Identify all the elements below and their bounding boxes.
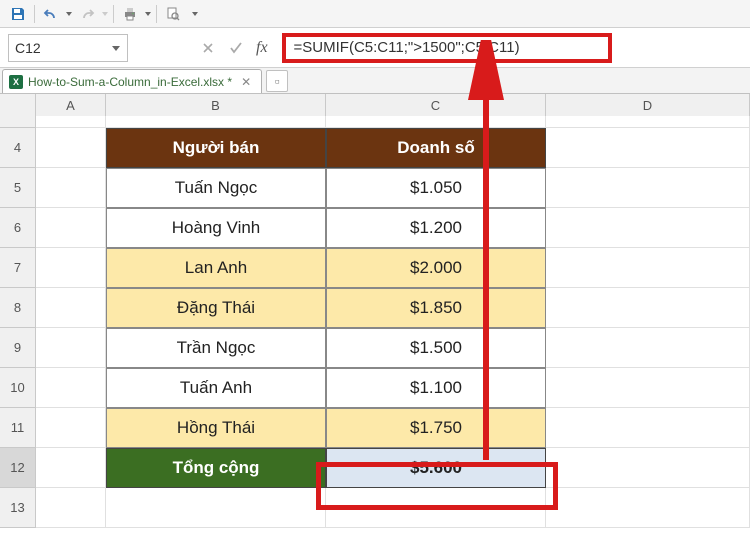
separator bbox=[113, 5, 114, 23]
name-box-value: C12 bbox=[15, 40, 41, 56]
row-header-8[interactable]: 8 bbox=[0, 288, 36, 328]
new-tab-button[interactable]: ▫ bbox=[266, 70, 288, 92]
print-icon[interactable] bbox=[118, 3, 142, 25]
formula-text: =SUMIF(C5:C11;">1500";C5:C11) bbox=[294, 39, 520, 56]
row-header-10[interactable]: 10 bbox=[0, 368, 36, 408]
close-icon[interactable]: ✕ bbox=[241, 75, 251, 89]
row-header-12[interactable]: 12 bbox=[0, 448, 36, 488]
fx-label-icon[interactable]: fx bbox=[256, 39, 268, 57]
row-header-6[interactable]: 6 bbox=[0, 208, 36, 248]
table-row[interactable]: Tuấn Ngọc bbox=[106, 168, 326, 208]
print-dropdown-icon[interactable] bbox=[144, 10, 152, 18]
excel-file-icon: X bbox=[9, 75, 23, 89]
cell[interactable] bbox=[36, 328, 106, 368]
table-row[interactable]: Lan Anh bbox=[106, 248, 326, 288]
redo-dropdown-icon[interactable] bbox=[101, 10, 109, 18]
workbook-tab-label: How-to-Sum-a-Column_in-Excel.xlsx * bbox=[28, 75, 232, 89]
table-header-name[interactable]: Người bán bbox=[106, 128, 326, 168]
row-header-5[interactable]: 5 bbox=[0, 168, 36, 208]
table-row[interactable]: Tuấn Anh bbox=[106, 368, 326, 408]
cell[interactable] bbox=[36, 116, 106, 128]
table-row[interactable]: $1.100 bbox=[326, 368, 546, 408]
quick-access-toolbar bbox=[0, 0, 750, 28]
name-box-dropdown-icon[interactable] bbox=[111, 40, 121, 56]
column-headers: A B C D bbox=[0, 94, 750, 116]
row-header-4[interactable]: 4 bbox=[0, 128, 36, 168]
cell[interactable] bbox=[546, 488, 750, 528]
table-row[interactable]: Đặng Thái bbox=[106, 288, 326, 328]
cell[interactable] bbox=[546, 128, 750, 168]
cell[interactable] bbox=[36, 208, 106, 248]
col-header-D[interactable]: D bbox=[546, 94, 750, 116]
undo-dropdown-icon[interactable] bbox=[65, 10, 73, 18]
cell[interactable] bbox=[546, 208, 750, 248]
cell[interactable] bbox=[546, 448, 750, 488]
redo-icon[interactable] bbox=[75, 3, 99, 25]
separator bbox=[156, 5, 157, 23]
cell[interactable] bbox=[106, 116, 326, 128]
row-header-9[interactable]: 9 bbox=[0, 328, 36, 368]
cell[interactable] bbox=[36, 128, 106, 168]
print-preview-icon[interactable] bbox=[161, 3, 185, 25]
cell[interactable] bbox=[326, 488, 546, 528]
name-box[interactable]: C12 bbox=[8, 34, 128, 62]
spreadsheet-grid: A B C D 4 5 6 7 8 9 10 11 12 13 Người bá… bbox=[0, 94, 750, 534]
table-row[interactable]: $1.750 bbox=[326, 408, 546, 448]
formula-input[interactable]: =SUMIF(C5:C11;">1500";C5:C11) bbox=[282, 33, 612, 63]
row-header-13[interactable]: 13 bbox=[0, 488, 36, 528]
cell[interactable] bbox=[546, 408, 750, 448]
cell[interactable] bbox=[36, 488, 106, 528]
formula-bar-row: C12 fx =SUMIF(C5:C11;">1500";C5:C11) bbox=[0, 28, 750, 68]
qat-customize-icon[interactable] bbox=[191, 10, 199, 18]
cell[interactable] bbox=[546, 248, 750, 288]
cell[interactable] bbox=[36, 248, 106, 288]
table-row[interactable]: Hồng Thái bbox=[106, 408, 326, 448]
undo-icon[interactable] bbox=[39, 3, 63, 25]
table-row[interactable]: $2.000 bbox=[326, 248, 546, 288]
table-footer-label[interactable]: Tổng cộng bbox=[106, 448, 326, 488]
workbook-tab-bar: X How-to-Sum-a-Column_in-Excel.xlsx * ✕ … bbox=[0, 68, 750, 94]
cell[interactable] bbox=[36, 408, 106, 448]
cell[interactable] bbox=[326, 116, 546, 128]
table-row[interactable]: $1.850 bbox=[326, 288, 546, 328]
cell[interactable] bbox=[546, 328, 750, 368]
cell[interactable] bbox=[546, 368, 750, 408]
col-header-B[interactable]: B bbox=[106, 94, 326, 116]
cell[interactable] bbox=[36, 448, 106, 488]
save-icon[interactable] bbox=[6, 3, 30, 25]
table-row[interactable]: Trần Ngọc bbox=[106, 328, 326, 368]
col-header-A[interactable]: A bbox=[36, 94, 106, 116]
row-header-3[interactable] bbox=[0, 116, 36, 128]
col-header-C[interactable]: C bbox=[326, 94, 546, 116]
row-header-7[interactable]: 7 bbox=[0, 248, 36, 288]
cancel-formula-icon[interactable] bbox=[196, 36, 220, 60]
cell[interactable] bbox=[546, 116, 750, 128]
row-headers: 4 5 6 7 8 9 10 11 12 13 bbox=[0, 116, 36, 528]
cells-area[interactable]: Người bán Doanh số Tuấn Ngọc $1.050 Hoàn… bbox=[36, 116, 750, 534]
table-row[interactable]: Hoàng Vinh bbox=[106, 208, 326, 248]
accept-formula-icon[interactable] bbox=[224, 36, 248, 60]
table-row[interactable]: $1.200 bbox=[326, 208, 546, 248]
formula-controls: fx bbox=[196, 36, 274, 60]
table-row[interactable]: $1.500 bbox=[326, 328, 546, 368]
table-row[interactable]: $1.050 bbox=[326, 168, 546, 208]
row-header-11[interactable]: 11 bbox=[0, 408, 36, 448]
separator bbox=[34, 5, 35, 23]
cell[interactable] bbox=[546, 288, 750, 328]
cell[interactable] bbox=[36, 288, 106, 328]
cell[interactable] bbox=[36, 168, 106, 208]
table-footer-value[interactable]: $5.600 bbox=[326, 448, 546, 488]
table-header-value[interactable]: Doanh số bbox=[326, 128, 546, 168]
cell[interactable] bbox=[106, 488, 326, 528]
select-all-corner[interactable] bbox=[0, 94, 36, 116]
workbook-tab[interactable]: X How-to-Sum-a-Column_in-Excel.xlsx * ✕ bbox=[2, 69, 262, 93]
cell[interactable] bbox=[36, 368, 106, 408]
cell[interactable] bbox=[546, 168, 750, 208]
